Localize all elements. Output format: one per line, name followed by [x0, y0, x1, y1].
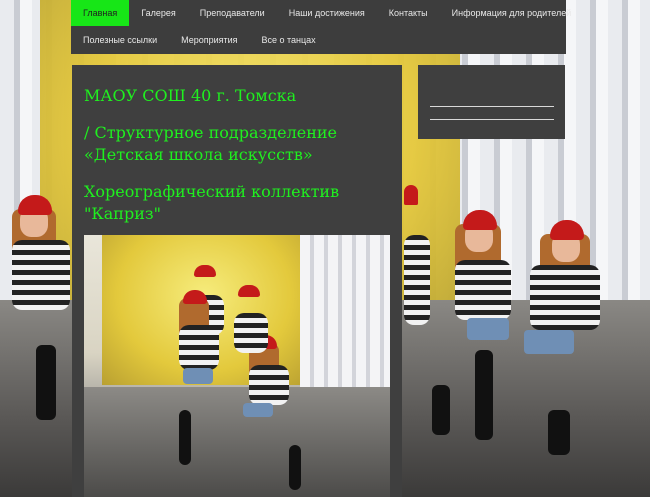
sidebar-widget: [418, 65, 565, 139]
school-title: МАОУ СОШ 40 г. Томска: [84, 86, 297, 105]
dance-group-photo: [84, 235, 390, 497]
division-title: / Структурное подразделение «Детская шко…: [84, 123, 337, 164]
collective-title: Хореографический коллектив "Каприз": [84, 182, 340, 223]
nav-item-useful-links[interactable]: Полезные ссылки: [71, 27, 169, 53]
nav-item-teachers[interactable]: Преподаватели: [188, 0, 277, 26]
photo-curtain: [300, 235, 390, 395]
sidebar-divider: [430, 106, 554, 107]
nav-item-about-dance[interactable]: Все о танцах: [250, 27, 328, 53]
content-panel: МАОУ СОШ 40 г. Томска / Структурное подр…: [72, 65, 402, 497]
sidebar-divider: [430, 119, 554, 120]
nav-item-contacts[interactable]: Контакты: [377, 0, 440, 26]
nav-item-home[interactable]: Главная: [71, 0, 130, 26]
nav-item-gallery[interactable]: Галерея: [129, 0, 188, 26]
main-navigation: Главная Галерея Преподаватели Наши дости…: [71, 0, 571, 54]
nav-item-events[interactable]: Мероприятия: [169, 27, 249, 53]
nav-row: Главная Галерея Преподаватели Наши дости…: [71, 0, 583, 26]
photo-floor: [84, 387, 390, 497]
nav-row: Полезные ссылки Мероприятия Все о танцах: [71, 27, 328, 53]
nav-item-parents-info[interactable]: Информация для родителей: [440, 0, 584, 26]
nav-item-achievements[interactable]: Наши достижения: [277, 0, 377, 26]
